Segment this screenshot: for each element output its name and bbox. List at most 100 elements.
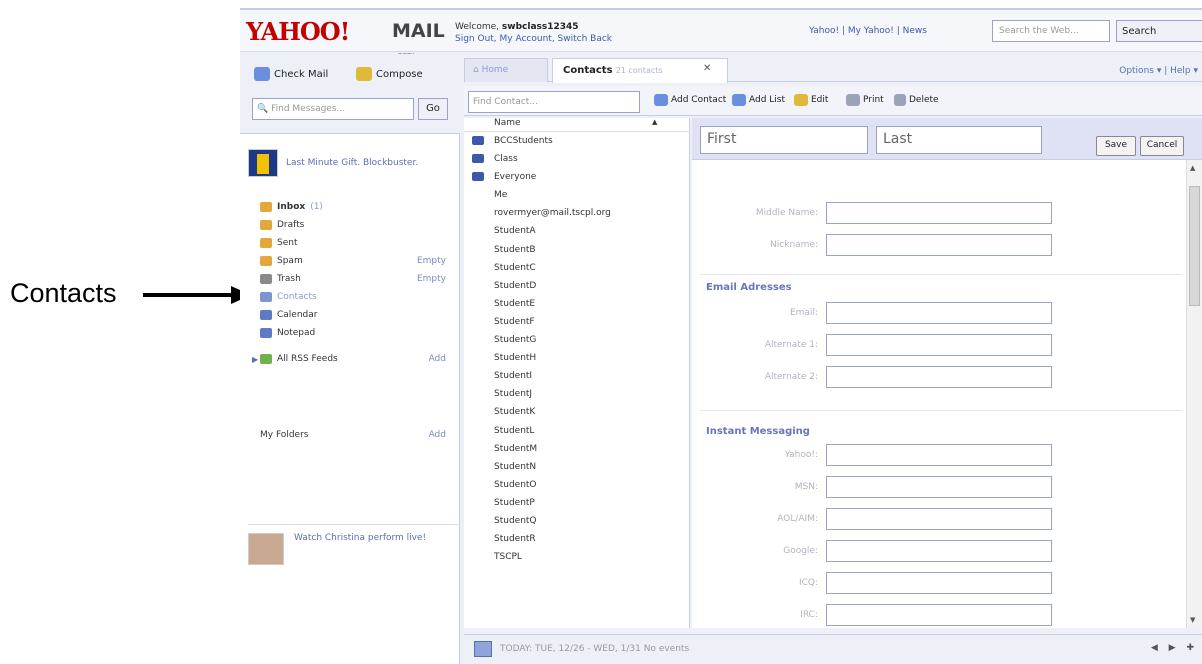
contact-row[interactable]: StudentN xyxy=(464,458,690,476)
nickname-input[interactable] xyxy=(826,234,1052,256)
aol-input[interactable] xyxy=(826,508,1052,530)
drafts-folder-icon xyxy=(260,220,272,230)
edit-button[interactable]: Edit xyxy=(794,94,828,106)
ad-bottom-text: Watch Christina perform live! xyxy=(294,533,427,543)
contact-row[interactable]: TSCPL xyxy=(464,548,690,566)
folder-action-link[interactable]: Add xyxy=(429,354,446,364)
contact-row[interactable]: StudentL xyxy=(464,422,690,440)
account-links[interactable]: Sign Out, My Account, Switch Back xyxy=(455,34,612,44)
sidebar-item-inbox[interactable]: Inbox (1) xyxy=(260,198,456,216)
calendar-icon[interactable] xyxy=(474,641,492,657)
tab-contacts[interactable]: Contacts 21 contacts ✕ xyxy=(552,58,728,83)
first-name-input[interactable]: First xyxy=(700,126,868,154)
save-button[interactable]: Save xyxy=(1096,136,1136,156)
contact-row[interactable]: StudentI xyxy=(464,367,690,385)
add-contact-button[interactable]: Add Contact xyxy=(654,94,726,106)
contact-row[interactable]: StudentG xyxy=(464,331,690,349)
middle-name-input[interactable] xyxy=(826,202,1052,224)
contact-row[interactable]: StudentK xyxy=(464,403,690,421)
alternate1-input[interactable] xyxy=(826,334,1052,356)
my-folders[interactable]: My Folders Add xyxy=(260,430,456,440)
find-messages-placeholder: Find Messages... xyxy=(271,104,346,114)
annotation-label: Contacts xyxy=(10,278,117,308)
web-search-button[interactable]: Search xyxy=(1116,20,1202,42)
contact-name: StudentP xyxy=(494,497,535,508)
contact-row[interactable]: StudentB xyxy=(464,241,690,259)
form-scrollbar[interactable]: ▲ ▼ xyxy=(1186,160,1202,628)
sidebar-item-notepad[interactable]: Notepad xyxy=(260,324,456,342)
mail-logo: MAIL xyxy=(392,20,445,42)
tab-home[interactable]: ⌂ Home xyxy=(464,58,548,82)
contact-row[interactable]: StudentP xyxy=(464,494,690,512)
scroll-down-icon[interactable]: ▼ xyxy=(1190,616,1195,624)
yahoo-logo[interactable]: YAHOO! xyxy=(246,18,350,46)
alternate2-input[interactable] xyxy=(826,366,1052,388)
email-row: Email: xyxy=(692,302,1182,326)
contact-row[interactable]: StudentR xyxy=(464,530,690,548)
ad-blockbuster[interactable]: Last Minute Gift. Blockbuster. xyxy=(248,146,448,180)
sidebar-item-calendar[interactable]: Calendar xyxy=(260,306,456,324)
scroll-up-icon[interactable]: ▲ xyxy=(1190,164,1195,172)
yahoo-im-label: Yahoo!: xyxy=(784,450,818,460)
expand-arrow-icon[interactable]: ▶ xyxy=(252,355,258,364)
ad-christina[interactable]: Watch Christina perform live! xyxy=(248,524,458,565)
folder-label: Inbox xyxy=(277,202,306,212)
google-input[interactable] xyxy=(826,540,1052,562)
contact-row[interactable]: StudentC xyxy=(464,259,690,277)
contact-row[interactable]: StudentJ xyxy=(464,385,690,403)
yahoo-im-input[interactable] xyxy=(826,444,1052,466)
print-button[interactable]: Print xyxy=(846,94,884,106)
sidebar-toolbar: Check Mail Compose 🔍 Find Messages... Go xyxy=(240,54,460,134)
contact-row[interactable]: StudentQ xyxy=(464,512,690,530)
check-mail-button[interactable]: Check Mail xyxy=(254,62,328,86)
contact-list-icon xyxy=(472,172,484,182)
email-input[interactable] xyxy=(826,302,1052,324)
compose-label: Compose xyxy=(376,68,423,80)
find-messages-input[interactable]: 🔍 Find Messages... xyxy=(252,98,414,120)
top-links[interactable]: Yahoo! | My Yahoo! | News xyxy=(809,26,927,36)
my-folders-add[interactable]: Add xyxy=(429,430,446,440)
options-help[interactable]: Options ▾ | Help ▾ xyxy=(1119,66,1198,76)
contact-row[interactable]: Class xyxy=(464,150,690,168)
contact-row[interactable]: StudentO xyxy=(464,476,690,494)
find-contact-input[interactable]: Find Contact... xyxy=(468,91,640,113)
irc-input[interactable] xyxy=(826,604,1052,626)
irc-label: IRC: xyxy=(800,610,818,620)
last-name-input[interactable]: Last xyxy=(876,126,1042,154)
go-button[interactable]: Go xyxy=(418,98,448,120)
contact-list-icon xyxy=(472,154,484,164)
contact-row[interactable]: Everyone xyxy=(464,168,690,186)
web-search-input[interactable]: Search the Web... xyxy=(992,20,1110,42)
contact-row[interactable]: StudentD xyxy=(464,277,690,295)
compose-button[interactable]: Compose xyxy=(356,62,423,86)
delete-button[interactable]: Delete xyxy=(894,94,939,106)
sidebar-item-sent[interactable]: Sent xyxy=(260,234,456,252)
compose-icon xyxy=(356,67,372,81)
irc-row: IRC: xyxy=(692,604,1182,628)
contact-row[interactable]: StudentA xyxy=(464,222,690,240)
contact-row[interactable]: rovermyer@mail.tscpl.org xyxy=(464,204,690,222)
contact-row[interactable]: StudentM xyxy=(464,440,690,458)
contact-row[interactable]: Me xyxy=(464,186,690,204)
folder-action-link[interactable]: Empty xyxy=(417,274,446,284)
contact-row[interactable]: StudentE xyxy=(464,295,690,313)
sidebar-item-drafts[interactable]: Drafts xyxy=(260,216,456,234)
contact-row[interactable]: StudentH xyxy=(464,349,690,367)
contact-name: Me xyxy=(494,190,508,201)
cancel-button[interactable]: Cancel xyxy=(1140,136,1184,156)
sidebar-item-contacts[interactable]: Contacts xyxy=(260,288,456,306)
scrollbar-thumb[interactable] xyxy=(1189,186,1200,306)
folder-action-link[interactable]: Empty xyxy=(417,256,446,266)
footer-nav-controls[interactable]: ◀ ▶ ✚ xyxy=(1151,643,1198,653)
sidebar-item-all-rss-feeds[interactable]: ▶ All RSS Feeds Add xyxy=(252,350,456,368)
close-icon[interactable]: ✕ xyxy=(703,63,711,74)
sidebar-item-spam[interactable]: Spam Empty xyxy=(260,252,456,270)
name-column-header[interactable]: Name ▲ xyxy=(464,118,690,132)
msn-input[interactable] xyxy=(826,476,1052,498)
check-mail-label: Check Mail xyxy=(274,68,329,80)
icq-input[interactable] xyxy=(826,572,1052,594)
contact-row[interactable]: BCCStudents xyxy=(464,132,690,150)
contact-row[interactable]: StudentF xyxy=(464,313,690,331)
sidebar-item-trash[interactable]: Trash Empty xyxy=(260,270,456,288)
add-list-button[interactable]: Add List xyxy=(732,94,785,106)
